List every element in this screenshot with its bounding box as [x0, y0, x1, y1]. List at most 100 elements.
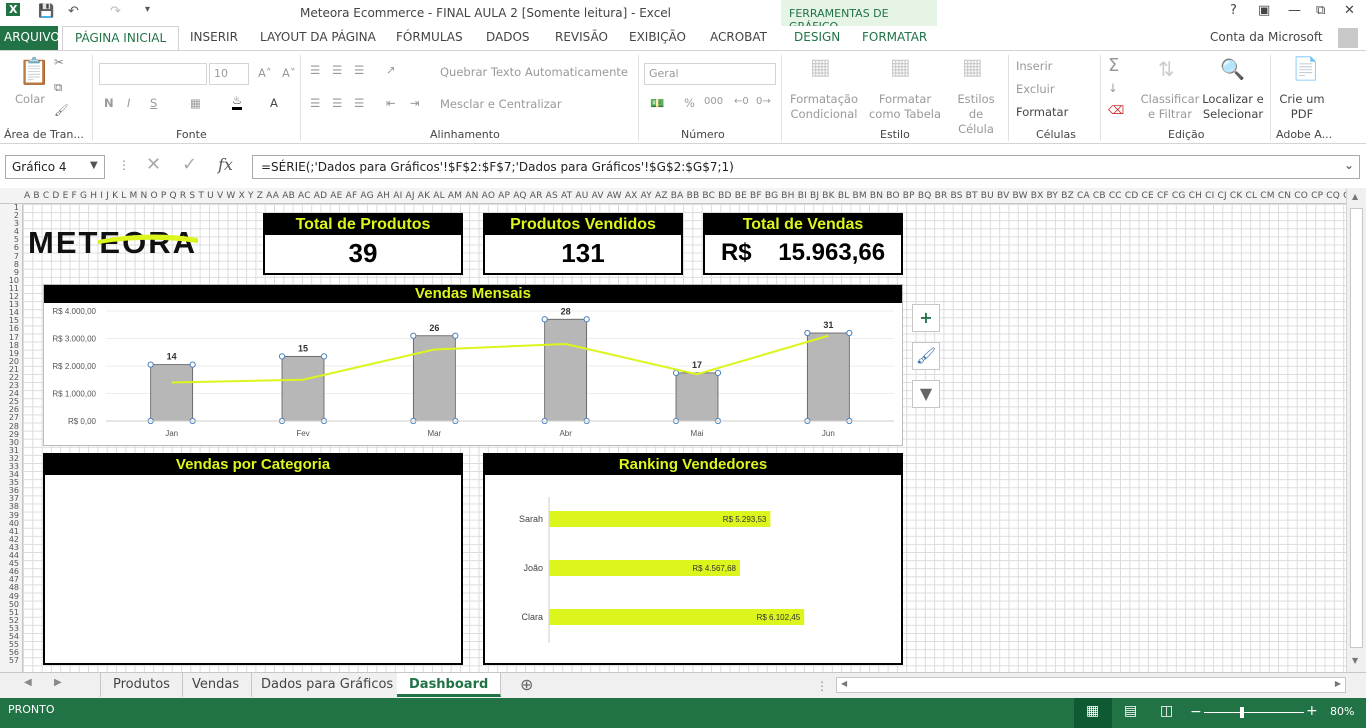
- thousands-button[interactable]: 000: [704, 96, 723, 107]
- format-table-button[interactable]: Formatar como Tabela: [862, 92, 948, 122]
- undo-icon[interactable]: ↶: [68, 4, 79, 19]
- row-headers[interactable]: 1 2 3 4 5 6 7 8 9 10 11 12 13 14 15 16 17 18 19 20 21 22 23 24 2…: [0, 204, 23, 672]
- zoom-slider[interactable]: [1204, 712, 1304, 713]
- tab-design[interactable]: DESIGN: [794, 30, 840, 44]
- avatar[interactable]: [1338, 28, 1358, 48]
- restore-button[interactable]: ⧉: [1316, 3, 1325, 18]
- column-headers[interactable]: A B C D E F G H I J K L M N O P Q R S T …: [0, 188, 1346, 204]
- sheet-tab-vendas[interactable]: Vendas: [180, 673, 253, 697]
- underline-button[interactable]: S: [150, 96, 157, 110]
- font-size-box[interactable]: 10: [209, 63, 249, 85]
- sheet-tab-dashboard[interactable]: Dashboard: [397, 673, 502, 697]
- tab-home[interactable]: PÁGINA INICIAL: [62, 26, 180, 51]
- minimize-button[interactable]: —: [1288, 3, 1301, 18]
- row-header[interactable]: 57: [0, 657, 22, 665]
- currency-icon[interactable]: 💵: [650, 96, 664, 110]
- scroll-thumb[interactable]: [1350, 208, 1363, 648]
- scroll-up-icon[interactable]: ▲: [1352, 192, 1358, 201]
- align-left-icon[interactable]: ☰: [310, 96, 320, 110]
- close-button[interactable]: ✕: [1344, 3, 1355, 18]
- indent-icon[interactable]: ⇤: [386, 96, 396, 110]
- zoom-in-button[interactable]: +: [1306, 703, 1318, 719]
- sort-filter-icon[interactable]: ⇅: [1158, 57, 1175, 81]
- find-select-icon[interactable]: 🔍: [1220, 57, 1245, 81]
- tab-insert[interactable]: INSERIR: [190, 30, 238, 44]
- horizontal-scrollbar[interactable]: ◀ ▶: [836, 677, 1346, 693]
- sheet-tab-produtos[interactable]: Produtos: [100, 673, 183, 697]
- category-sales-card[interactable]: Vendas por Categoria: [43, 453, 463, 665]
- paste-icon[interactable]: 📋: [18, 57, 50, 87]
- conditional-format-icon[interactable]: ▦: [810, 55, 831, 80]
- fill-icon[interactable]: ↓: [1108, 81, 1118, 95]
- redo-icon[interactable]: ↷: [110, 4, 121, 19]
- align-top-icon[interactable]: ☰: [310, 63, 320, 77]
- clear-icon[interactable]: ⌫: [1108, 103, 1124, 117]
- scroll-left-icon[interactable]: ◀: [841, 679, 847, 688]
- font-name-box[interactable]: [99, 63, 207, 85]
- zoom-level[interactable]: 80%: [1330, 705, 1354, 718]
- tab-file[interactable]: ARQUIVO: [0, 26, 60, 50]
- ranking-plot[interactable]: Sarah R$ 5.293,53 João R$ 4.567,68 Clara R$ 6…: [485, 475, 901, 663]
- kpi-produtos-vendidos[interactable]: Produtos Vendidos 131: [483, 213, 683, 275]
- cell-styles-button[interactable]: Estilos de Célula: [950, 92, 1002, 137]
- paste-button[interactable]: Colar: [15, 92, 45, 106]
- enter-icon[interactable]: ✓: [182, 154, 197, 175]
- outdent-icon[interactable]: ⇥: [410, 96, 420, 110]
- tab-view[interactable]: EXIBIÇÃO: [629, 30, 686, 44]
- normal-view-button[interactable]: ▦: [1074, 698, 1112, 728]
- monthly-sales-plot[interactable]: R$ 0,00 R$ 1.000,00 R$ 2.000,00 R$ 3.000,00…: [44, 303, 902, 445]
- kpi-total-produtos[interactable]: Total de Produtos 39: [263, 213, 463, 275]
- wrap-text-button[interactable]: Quebrar Texto Automaticamente: [440, 65, 628, 79]
- zoom-out-button[interactable]: −: [1190, 704, 1202, 720]
- scroll-right-icon[interactable]: ▶: [1335, 679, 1341, 688]
- tab-format[interactable]: FORMATAR: [862, 30, 927, 44]
- add-sheet-icon[interactable]: ⊕: [520, 675, 533, 694]
- pdf-icon[interactable]: 📄: [1292, 57, 1319, 82]
- conditional-format-button[interactable]: Formatação Condicional: [788, 92, 860, 122]
- italic-button[interactable]: I: [127, 96, 130, 110]
- insert-cells-button[interactable]: Inserir: [1016, 59, 1052, 73]
- shrink-font-icon[interactable]: A˅: [282, 66, 296, 80]
- expand-formula-icon[interactable]: ⌄: [1344, 158, 1354, 172]
- delete-cells-button[interactable]: Excluir: [1016, 82, 1055, 96]
- tab-formulas[interactable]: FÓRMULAS: [396, 30, 463, 44]
- prev-sheet-icon[interactable]: ◀: [24, 677, 32, 688]
- fill-color-icon[interactable]: ♨: [232, 93, 243, 110]
- format-table-icon[interactable]: ▦: [890, 55, 911, 80]
- align-right-icon[interactable]: ☰: [354, 96, 364, 110]
- next-sheet-icon[interactable]: ▶: [54, 677, 62, 688]
- format-cells-button[interactable]: Formatar: [1016, 105, 1068, 119]
- name-box-dropdown-icon[interactable]: ▼: [90, 160, 98, 171]
- tab-data[interactable]: DADOS: [486, 30, 530, 44]
- sheet-tab-dados[interactable]: Dados para Gráficos: [249, 673, 407, 697]
- ranking-card[interactable]: Ranking Vendedores Sarah R$ 5.293,53 João R…: [483, 453, 903, 665]
- zoom-slider-thumb[interactable]: [1240, 707, 1244, 718]
- bold-button[interactable]: N: [104, 96, 114, 110]
- kpi-total-vendas[interactable]: Total de Vendas R$ 15.963,66: [703, 213, 903, 275]
- align-bottom-icon[interactable]: ☰: [354, 63, 364, 77]
- tab-review[interactable]: REVISÃO: [555, 30, 608, 44]
- help-button[interactable]: ?: [1230, 3, 1237, 18]
- cut-icon[interactable]: ✂: [54, 55, 64, 69]
- increase-decimal-icon[interactable]: ←0: [734, 96, 749, 107]
- insert-function-button[interactable]: fx: [218, 155, 233, 174]
- chart-elements-button[interactable]: +: [912, 304, 940, 332]
- vertical-scrollbar[interactable]: ▲ ▼: [1346, 188, 1366, 672]
- cancel-icon[interactable]: ✕: [146, 154, 161, 175]
- page-break-view-icon[interactable]: ◫: [1160, 703, 1173, 719]
- chart-styles-icon[interactable]: 🖌: [912, 342, 940, 370]
- find-select-button[interactable]: Localizar e Selecionar: [1200, 92, 1266, 122]
- copy-icon[interactable]: ⧉: [54, 80, 62, 95]
- ribbon-display-icon[interactable]: ▣: [1258, 3, 1270, 18]
- cell-styles-icon[interactable]: ▦: [962, 55, 983, 80]
- decrease-decimal-icon[interactable]: 0→: [756, 96, 771, 107]
- number-format-box[interactable]: Geral: [644, 63, 776, 85]
- monthly-sales-chart[interactable]: Vendas Mensais R$ 0,00 R$ 1.000,00 R$ 2.00…: [43, 284, 903, 446]
- save-icon[interactable]: 💾: [38, 4, 54, 19]
- percent-button[interactable]: %: [684, 96, 695, 110]
- autosum-icon[interactable]: Σ: [1108, 55, 1119, 76]
- tab-acrobat[interactable]: ACROBAT: [710, 30, 767, 44]
- account-button[interactable]: Conta da Microsoft: [1210, 30, 1323, 44]
- create-pdf-button[interactable]: Crie um PDF: [1278, 92, 1326, 122]
- font-color-icon[interactable]: A: [270, 96, 278, 110]
